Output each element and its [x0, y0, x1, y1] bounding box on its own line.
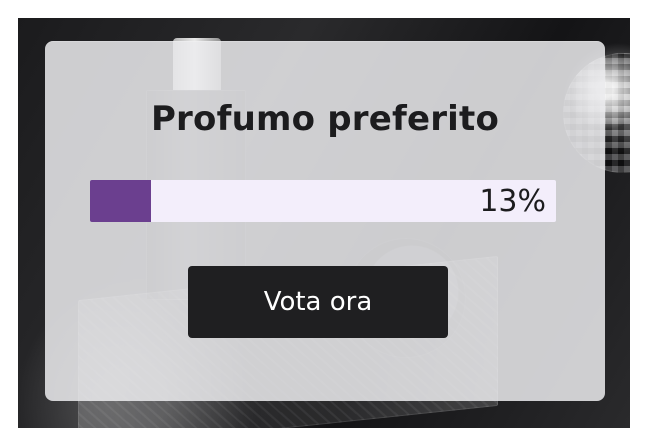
vote-progress-label: 13%	[479, 183, 546, 219]
vote-now-button[interactable]: Vota ora	[188, 266, 448, 338]
vote-progress-bar: 13%	[90, 180, 556, 222]
vote-progress-fill	[90, 180, 151, 222]
poll-title: Profumo preferito	[150, 99, 500, 139]
poll-card: Profumo preferito 13% Vota ora	[45, 41, 605, 401]
